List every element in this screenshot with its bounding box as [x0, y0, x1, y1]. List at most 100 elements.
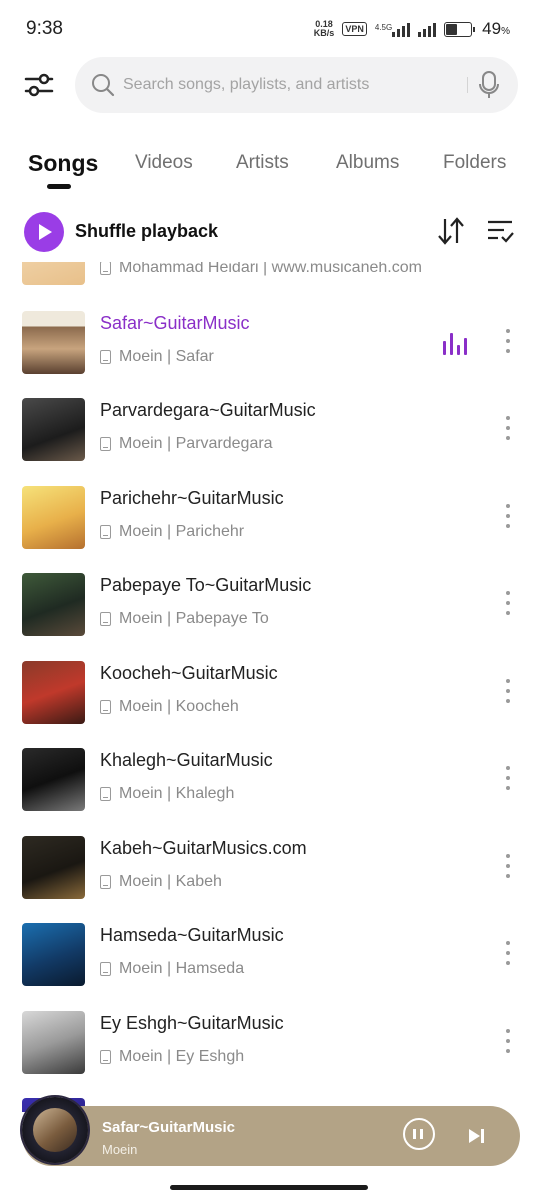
shuffle-play-button[interactable] [24, 212, 64, 252]
song-item[interactable]: Safar~GuitarMusic Moein | Safar [0, 311, 540, 397]
album-art [22, 311, 85, 374]
song-title: Parichehr~GuitarMusic [100, 488, 284, 508]
signal-icon-2 [418, 21, 437, 37]
song-artist-album: Moein | Parvardegara [119, 435, 273, 452]
song-subtitle: Moein | Pabepaye To [100, 610, 269, 628]
album-art [22, 923, 85, 986]
more-options-icon[interactable] [503, 854, 513, 882]
album-art [22, 486, 85, 549]
song-title: Pabepaye To~GuitarMusic [100, 575, 312, 595]
more-options-icon[interactable] [503, 766, 513, 794]
active-tab-indicator [47, 184, 71, 189]
song-artist-album: Moein | Parichehr [119, 523, 245, 540]
song-list: Mohammad Heidari | www.musicaneh.com Saf… [0, 262, 540, 1112]
battery-percent-symbol: % [501, 26, 510, 37]
song-item[interactable]: Koocheh~GuitarMusic Moein | Koocheh [0, 661, 540, 747]
device-icon [100, 962, 111, 976]
microphone-icon[interactable] [478, 71, 500, 104]
song-item[interactable]: Khalegh~GuitarMusic Moein | Khalegh [0, 748, 540, 834]
signal-icon [392, 21, 411, 37]
status-bar: 9:38 0.18 KB/s VPN 4.5G 49% [0, 0, 540, 58]
song-artist-album: Mohammad Heidari | www.musicaneh.com [119, 262, 422, 276]
song-item[interactable]: Mohammad Heidari | www.musicaneh.com [0, 262, 540, 308]
song-artist-album: Moein | Ey Eshgh [119, 1048, 245, 1065]
network-speed: 0.18 KB/s [314, 20, 335, 38]
home-indicator[interactable] [170, 1185, 368, 1190]
song-title: Parvardegara~GuitarMusic [100, 400, 316, 420]
album-art [22, 1011, 85, 1074]
now-playing-artist: Moein [102, 1142, 138, 1157]
album-art [22, 836, 85, 899]
song-subtitle: Moein | Khalegh [100, 785, 234, 803]
album-art [22, 398, 85, 461]
song-subtitle: Moein | Parichehr [100, 523, 244, 541]
song-subtitle: Moein | Parvardegara [100, 435, 273, 453]
search-placeholder: Search songs, playlists, and artists [123, 76, 370, 93]
more-options-icon[interactable] [503, 1029, 513, 1057]
status-icons: 0.18 KB/s VPN 4.5G 49% [314, 18, 510, 40]
song-item[interactable]: Ey Eshgh~GuitarMusic Moein | Ey Eshgh [0, 1011, 540, 1097]
now-playing-equalizer-icon [443, 331, 467, 355]
device-icon [100, 350, 111, 364]
filter-settings-icon[interactable] [24, 70, 54, 100]
song-artist-album: Moein | Pabepaye To [119, 610, 269, 627]
tab-videos[interactable]: Videos [135, 152, 193, 174]
song-subtitle: Moein | Kabeh [100, 873, 222, 891]
search-icon [91, 73, 115, 102]
album-art [22, 262, 85, 285]
play-icon [39, 224, 52, 240]
song-item[interactable]: Kabeh~GuitarMusics.com Moein | Kabeh [0, 836, 540, 922]
more-options-icon[interactable] [503, 941, 513, 969]
more-options-icon[interactable] [503, 329, 513, 357]
song-artist-album: Moein | Koocheh [119, 698, 239, 715]
song-title: Khalegh~GuitarMusic [100, 750, 273, 770]
song-title: Kabeh~GuitarMusics.com [100, 838, 307, 858]
song-artist-album: Moein | Khalegh [119, 785, 235, 802]
song-title: Safar~GuitarMusic [100, 313, 250, 333]
song-subtitle: Moein | Ey Eshgh [100, 1048, 244, 1066]
pause-button[interactable] [403, 1118, 435, 1150]
search-bar[interactable]: Search songs, playlists, and artists [75, 57, 518, 113]
tab-songs[interactable]: Songs [28, 150, 98, 177]
now-playing-album-art-image [33, 1108, 77, 1152]
song-item[interactable]: Pabepaye To~GuitarMusic Moein | Pabepaye… [0, 573, 540, 659]
song-item[interactable]: Hamseda~GuitarMusic Moein | Hamseda [0, 923, 540, 1009]
device-icon [100, 437, 111, 451]
more-options-icon[interactable] [503, 504, 513, 532]
song-item[interactable]: Parichehr~GuitarMusic Moein | Parichehr [0, 486, 540, 572]
song-subtitle: Moein | Hamseda [100, 960, 244, 978]
song-title: Hamseda~GuitarMusic [100, 925, 284, 945]
now-playing-album-art[interactable] [22, 1097, 88, 1163]
sort-icon[interactable] [437, 216, 465, 251]
tab-folders[interactable]: Folders [443, 152, 506, 174]
tab-artists[interactable]: Artists [236, 152, 289, 174]
network-type: 4.5G [374, 23, 393, 32]
device-icon [100, 787, 111, 801]
battery-percent: 49 [482, 19, 502, 38]
song-item[interactable]: Parvardegara~GuitarMusic Moein | Parvard… [0, 398, 540, 484]
song-artist-album: Moein | Safar [119, 348, 214, 365]
battery-icon: 49% [444, 19, 510, 39]
song-subtitle: Moein | Safar [100, 348, 214, 366]
song-artist-album: Moein | Hamseda [119, 960, 245, 977]
tab-albums[interactable]: Albums [336, 152, 399, 174]
album-art [22, 573, 85, 636]
vpn-icon: VPN [342, 22, 367, 36]
song-title: Koocheh~GuitarMusic [100, 663, 278, 683]
album-art [22, 661, 85, 724]
device-icon [100, 875, 111, 889]
more-options-icon[interactable] [503, 679, 513, 707]
more-options-icon[interactable] [503, 591, 513, 619]
now-playing-title: Safar~GuitarMusic [102, 1119, 235, 1136]
search-divider [467, 77, 468, 93]
device-icon [100, 1050, 111, 1064]
mini-player[interactable] [22, 1106, 520, 1166]
shuffle-playback-label[interactable]: Shuffle playback [75, 221, 218, 242]
song-title: Ey Eshgh~GuitarMusic [100, 1013, 284, 1033]
album-art [22, 748, 85, 811]
next-track-icon[interactable] [468, 1128, 486, 1149]
more-options-icon[interactable] [503, 416, 513, 444]
multi-select-list-icon[interactable] [486, 218, 514, 249]
device-icon [100, 262, 111, 275]
device-icon [100, 612, 111, 626]
